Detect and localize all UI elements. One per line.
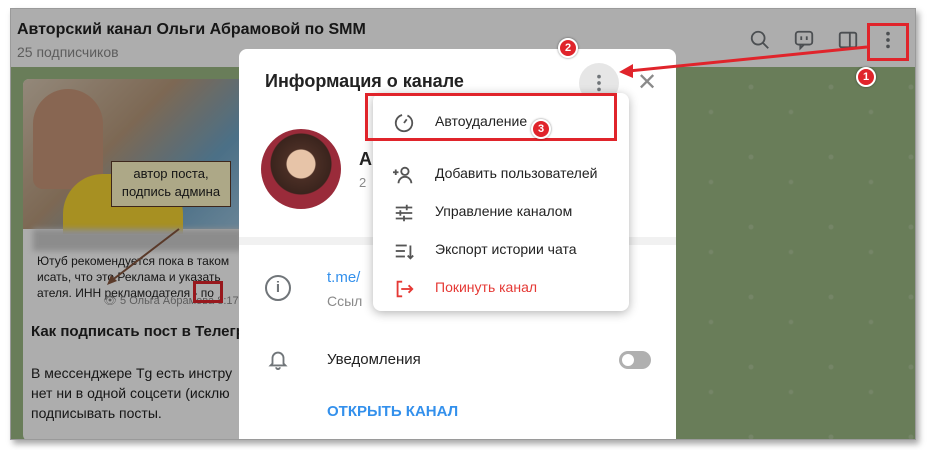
annotation-arrows: [107, 45, 868, 285]
step-badge-1: 1: [856, 67, 876, 87]
step-badge-2: 2: [558, 38, 578, 58]
step-badge-3: 3: [531, 119, 551, 139]
screenshot-frame: Авторский канал Ольги Абрамовой по SMM 2…: [10, 8, 916, 440]
